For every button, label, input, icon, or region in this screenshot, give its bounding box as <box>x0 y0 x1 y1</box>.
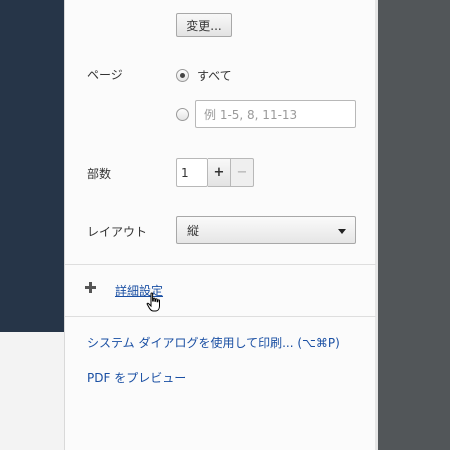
preview-background <box>378 0 450 450</box>
system-dialog-link[interactable]: システム ダイアログを使用して印刷... (⌥⌘P) <box>87 334 340 351</box>
copies-value: 1 <box>181 165 189 180</box>
hand-cursor-icon <box>146 292 160 312</box>
layout-label: レイアウト <box>87 225 148 239</box>
copies-decrement-button[interactable]: − <box>231 158 254 187</box>
left-background-light <box>0 332 64 450</box>
preview-pdf-link[interactable]: PDF をプレビュー <box>87 369 186 386</box>
copies-label: 部数 <box>87 167 112 181</box>
pages-range-input[interactable]: 例 1-5, 8, 11-13 <box>195 100 356 128</box>
section-divider <box>65 264 376 265</box>
pages-range-placeholder: 例 1-5, 8, 11-13 <box>204 107 298 122</box>
print-settings-panel: 変更... ページ すべて 例 1-5, 8, 11-13 部数 1 + − レ… <box>64 0 376 450</box>
section-divider <box>65 316 376 317</box>
pages-all-label: すべて <box>197 69 232 83</box>
plus-icon[interactable] <box>84 281 98 295</box>
pages-all-radio[interactable] <box>176 69 189 82</box>
pages-range-radio[interactable] <box>176 108 189 121</box>
copies-increment-button[interactable]: + <box>208 158 231 187</box>
copies-input[interactable]: 1 <box>176 158 208 187</box>
layout-selected-value: 縦 <box>187 223 200 238</box>
change-destination-button[interactable]: 変更... <box>176 13 232 37</box>
left-background-dark <box>0 0 64 332</box>
layout-select[interactable]: 縦 <box>176 216 356 244</box>
chevron-down-icon <box>338 229 346 234</box>
pages-label: ページ <box>87 68 123 82</box>
